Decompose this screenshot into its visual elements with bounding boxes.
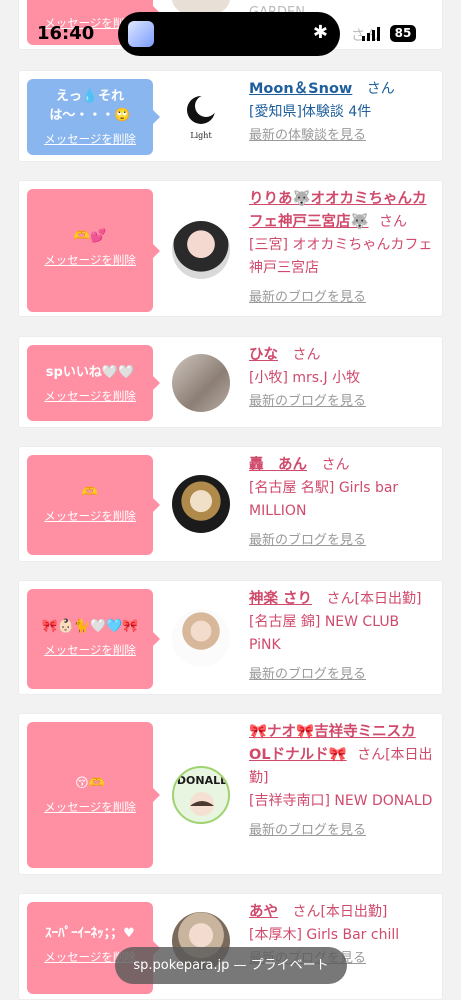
cast-name-link[interactable]: Moon＆Snow bbox=[249, 81, 352, 97]
avatar[interactable]: DONALL bbox=[172, 766, 230, 824]
avatar[interactable] bbox=[172, 609, 230, 667]
browser-url-bar[interactable]: sp.pokepara.jp — プライベート bbox=[115, 947, 347, 984]
battery-icon: 85 bbox=[390, 25, 416, 42]
bluetooth-icon: ✱ bbox=[312, 22, 328, 43]
message-text: 🫶 bbox=[81, 485, 99, 500]
svg-text:Light: Light bbox=[190, 131, 212, 140]
latest-link[interactable]: 最新のブログを見る bbox=[249, 529, 435, 552]
cast-name-link[interactable]: 神楽 さり bbox=[249, 591, 312, 607]
san-label: さん bbox=[292, 347, 321, 363]
avatar[interactable] bbox=[172, 475, 230, 533]
delete-message-link[interactable]: メッセージを削除 bbox=[27, 642, 153, 658]
delete-message-link[interactable]: メッセージを削除 bbox=[27, 252, 153, 268]
list-item: 🫶💕 メッセージを削除 りりあ🐺オオカミちゃんカフェ神戸三宮店🐺 さん [三宮]… bbox=[18, 180, 443, 317]
app-icon bbox=[128, 21, 154, 47]
message-text: 🎀👶🏻🐈🤍🩵🎀 bbox=[41, 619, 139, 634]
message-bubble: 🫶 メッセージを削除 bbox=[27, 455, 160, 555]
san-label: さん bbox=[379, 214, 408, 230]
message-text: えっ💧それは〜・・・🙄 bbox=[49, 89, 131, 123]
logo-icon: Light bbox=[187, 95, 217, 140]
shop-info: [名古屋 名駅] Girls bar MILLION bbox=[249, 480, 399, 519]
san-label: さん[本日出勤] bbox=[326, 591, 422, 607]
latest-link[interactable]: 最新の体験談を見る bbox=[249, 124, 435, 147]
cast-name-link[interactable]: ひな bbox=[249, 347, 278, 363]
shop-info: [三宮] オオカミちゃんカフェ神戸三宮店 bbox=[249, 237, 433, 276]
message-bubble: 🎀👶🏻🐈🤍🩵🎀 メッセージを削除 bbox=[27, 589, 160, 689]
delete-message-link[interactable]: メッセージを削除 bbox=[27, 799, 153, 815]
shop-info: [吉祥寺南口] NEW DONALD bbox=[249, 793, 433, 809]
status-bar: 16:40 ✱ 85 bbox=[0, 0, 461, 62]
shop-info: [小牧] mrs.J 小牧 bbox=[249, 370, 361, 386]
cast-name-link[interactable]: あや bbox=[249, 904, 278, 920]
message-text: ｽｰﾊﾟｰｲｰﾈｯ；；♥ bbox=[45, 926, 135, 941]
shop-info: [本厚木] Girls Bar chill bbox=[249, 927, 400, 943]
list-item: えっ💧それは〜・・・🙄 メッセージを削除 Light Moon＆Snow さん … bbox=[18, 70, 443, 162]
list-item: 🎀👶🏻🐈🤍🩵🎀 メッセージを削除 神楽 さり さん[本日出勤] [名古屋 錦] … bbox=[18, 580, 443, 695]
san-label: さん bbox=[366, 81, 395, 97]
delete-message-link[interactable]: メッセージを削除 bbox=[27, 508, 153, 524]
message-bubble: えっ💧それは〜・・・🙄 メッセージを削除 bbox=[27, 79, 160, 155]
list-item: spいいね🤍🤍 メッセージを削除 ひな さん [小牧] mrs.J 小牧 最新の… bbox=[18, 336, 443, 428]
dynamic-island: ✱ bbox=[118, 12, 340, 56]
message-bubble: 😚🫶 メッセージを削除 bbox=[27, 722, 160, 868]
avatar[interactable] bbox=[172, 354, 230, 412]
san-label: さん[本日出勤] bbox=[292, 904, 388, 920]
message-text: 😚🫶 bbox=[75, 776, 105, 791]
message-text: spいいね🤍🤍 bbox=[45, 365, 135, 380]
cast-name-link[interactable]: 轟 あん bbox=[249, 457, 307, 473]
message-bubble: 🫶💕 メッセージを削除 bbox=[27, 189, 160, 312]
shop-info: [名古屋 錦] NEW CLUB PiNK bbox=[249, 614, 400, 653]
svg-text:DONALL: DONALL bbox=[177, 774, 227, 787]
san-label: さん bbox=[321, 457, 350, 473]
delete-message-link[interactable]: メッセージを削除 bbox=[27, 388, 153, 404]
latest-link[interactable]: 最新のブログを見る bbox=[249, 390, 435, 413]
clock: 16:40 bbox=[37, 23, 95, 44]
latest-link[interactable]: 最新のブログを見る bbox=[249, 286, 435, 309]
list-item: 😚🫶 メッセージを削除 DONALL 🎀ナオ🎀吉祥寺ミニスカOLドナルド🎀 さん… bbox=[18, 713, 443, 875]
photo-icon: DONALL bbox=[177, 774, 227, 816]
message-bubble: spいいね🤍🤍 メッセージを削除 bbox=[27, 345, 160, 421]
message-text: 🫶💕 bbox=[73, 229, 107, 244]
latest-link[interactable]: 最新のブログを見る bbox=[249, 819, 435, 842]
list-item: 🫶 メッセージを削除 轟 あん さん [名古屋 名駅] Girls bar MI… bbox=[18, 446, 443, 562]
latest-link[interactable]: 最新のブログを見る bbox=[249, 663, 435, 686]
signal-icon bbox=[362, 27, 380, 41]
shop-info: [愛知県]体験談 4件 bbox=[249, 104, 372, 120]
avatar[interactable] bbox=[172, 221, 230, 279]
avatar[interactable]: Light bbox=[172, 88, 230, 146]
delete-message-link[interactable]: メッセージを削除 bbox=[27, 131, 153, 147]
